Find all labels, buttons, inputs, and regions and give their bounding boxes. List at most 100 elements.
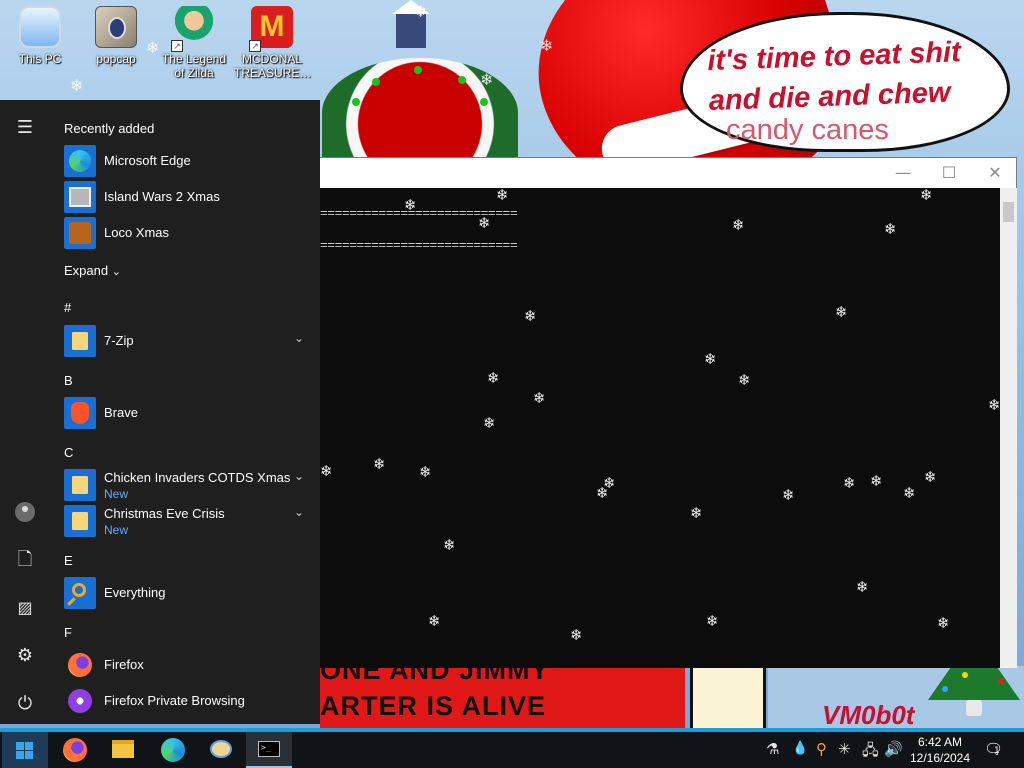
volume-icon[interactable]: 🔊 <box>884 740 903 758</box>
desktop-icon-mcdonal-treasure[interactable]: M ↗ MCDONAL TREASURE… <box>234 4 311 80</box>
snowflake-icon: ❄ <box>706 612 719 630</box>
app-everything[interactable]: Everything <box>62 575 310 611</box>
section-header-b[interactable]: B <box>64 373 73 388</box>
start-button[interactable] <box>2 732 48 768</box>
app-name: Microsoft Edge <box>104 153 191 168</box>
snowflake-icon: ❄ <box>920 188 933 204</box>
console-line: =========================== <box>320 238 518 253</box>
user-avatar[interactable] <box>15 502 35 522</box>
game-icon: ↗ <box>171 6 215 52</box>
section-header-hash[interactable]: # <box>64 300 71 315</box>
windows-logo-icon <box>16 742 33 759</box>
app-brave[interactable]: Brave <box>62 395 310 431</box>
new-badge: New <box>104 523 129 537</box>
app-name: Firefox <box>104 657 144 672</box>
taskbar-firefox[interactable] <box>52 732 98 768</box>
app-christmas-eve-crisis[interactable]: Christmas Eve Crisis New ⌄ <box>62 503 310 539</box>
desktop-icon-this-pc[interactable]: This PC <box>2 4 78 66</box>
snowflake-icon: ❄ <box>782 486 795 504</box>
start-app-list: Recently added Microsoft Edge Island War… <box>50 100 320 724</box>
clock[interactable]: 6:42 AM 12/16/2024 <box>904 734 976 766</box>
search-icon <box>64 577 96 609</box>
snowflake-icon: ❄ <box>843 474 856 492</box>
notification-center-icon[interactable]: 🗨 1 <box>984 740 1003 758</box>
app-name: Brave <box>104 405 138 420</box>
folder-icon <box>95 6 137 48</box>
taskbar-console[interactable]: >_ <box>246 732 292 768</box>
terminal-icon: >_ <box>258 741 280 757</box>
tray-search-icon[interactable]: ⚲ <box>816 740 827 758</box>
app-7-zip[interactable]: 7-Zip ⌄ <box>62 323 310 359</box>
snowflake-icon: ❄ <box>835 303 848 321</box>
folder-icon <box>64 505 96 537</box>
folder-icon <box>64 325 96 357</box>
app-microsoft-edge[interactable]: Microsoft Edge <box>62 143 310 179</box>
console-output[interactable]: =========================== ============… <box>320 188 1000 668</box>
app-firefox-private-browsing[interactable]: Firefox Private Browsing <box>62 683 310 719</box>
tray-app-icon[interactable]: ⚗ <box>766 740 779 758</box>
section-header-c[interactable]: C <box>64 445 73 460</box>
start-menu[interactable]: ☰ 🗋 ▨ ⚙ ⏻ Recently added Microsoft Edge … <box>0 100 320 724</box>
snowflake-icon: ❄ <box>524 307 537 325</box>
app-name: Chicken Invaders COTDS Xmas <box>104 470 291 485</box>
chevron-down-icon: ⌄ <box>111 265 121 278</box>
edge-icon <box>161 738 185 762</box>
taskbar-edge[interactable] <box>150 732 196 768</box>
close-button[interactable]: ✕ <box>972 158 1018 188</box>
desktop-icon-label: The Legend of Zilda <box>161 52 227 80</box>
tray-snowflake-icon[interactable]: ✳ <box>838 740 851 758</box>
game-icon <box>64 181 96 213</box>
pictures-icon[interactable]: ▨ <box>0 590 50 626</box>
hamburger-menu-icon[interactable]: ☰ <box>0 110 50 146</box>
power-icon[interactable]: ⏻ <box>0 686 50 722</box>
app-chicken-invaders-cotds-xmas[interactable]: Chicken Invaders COTDS Xmas New ⌄ <box>62 467 310 503</box>
minimize-button[interactable]: — <box>880 158 926 188</box>
game-icon <box>64 217 96 249</box>
snowflake-icon: ❄ <box>924 468 937 486</box>
chevron-down-icon[interactable]: ⌄ <box>294 505 304 519</box>
snowflake-icon: ❄ <box>870 472 883 490</box>
desktop-icon-popcap[interactable]: popcap <box>78 4 154 66</box>
chevron-down-icon[interactable]: ⌄ <box>294 331 304 345</box>
taskbar-file-explorer[interactable] <box>100 732 146 768</box>
section-header-f[interactable]: F <box>64 625 72 640</box>
firefox-private-icon <box>64 685 96 717</box>
section-header-e[interactable]: E <box>64 553 73 568</box>
taskbar-network-app[interactable] <box>198 732 244 768</box>
snowflake-icon: ❄ <box>419 463 432 481</box>
documents-icon[interactable]: 🗋 <box>0 542 50 578</box>
clock-time: 6:42 AM <box>917 735 963 749</box>
maximize-button[interactable]: ☐ <box>926 158 972 188</box>
scrollbar-thumb[interactable] <box>1003 202 1014 222</box>
firefox-icon <box>63 738 87 762</box>
console-scrollbar[interactable] <box>1000 188 1017 668</box>
notification-count: 1 <box>994 746 1000 756</box>
app-name: Firefox Private Browsing <box>104 693 245 708</box>
app-loco-xmas[interactable]: Loco Xmas <box>62 215 310 251</box>
snowflake-icon: ❄ <box>320 462 333 480</box>
expand-label: Expand <box>64 263 109 278</box>
snowflake-icon: ❄ <box>988 396 1000 414</box>
chevron-down-icon[interactable]: ⌄ <box>294 469 304 483</box>
snowflake-icon: ❄ <box>570 626 583 644</box>
brave-icon <box>64 397 96 429</box>
expand-button[interactable]: Expand ⌄ <box>64 263 121 278</box>
computer-icon <box>19 6 61 48</box>
speech-bubble-text: it's time to eat shit and die and chew <box>707 31 1000 121</box>
app-island-wars-2-xmas[interactable]: Island Wars 2 Xmas <box>62 179 310 215</box>
tray-drop-icon[interactable]: 💧 <box>792 741 808 756</box>
desktop-icon-legend-of-zilda[interactable]: ↗ The Legend of Zilda <box>156 4 232 80</box>
console-window[interactable]: — ☐ ✕ =========================== ======… <box>319 157 1017 668</box>
snowflake-icon: ❄ <box>732 216 745 234</box>
taskbar: >_ ⚗ 💧 ⚲ ✳ 🖧 🔊 6:42 AM 12/16/2024 🗨 1 <box>0 728 1024 768</box>
settings-gear-icon[interactable]: ⚙ <box>0 638 50 674</box>
network-status-icon[interactable]: 🖧 <box>862 740 879 765</box>
snowflake-icon: ❄ <box>496 188 509 204</box>
new-badge: New <box>104 487 129 501</box>
snowflake-icon: ❄ <box>704 350 717 368</box>
app-firefox[interactable]: Firefox <box>62 647 310 683</box>
wallpaper-white-panel <box>690 666 766 728</box>
network-icon <box>210 740 232 758</box>
snowflake-icon: ❄ <box>937 614 950 632</box>
console-titlebar[interactable]: — ☐ ✕ <box>320 158 1016 188</box>
